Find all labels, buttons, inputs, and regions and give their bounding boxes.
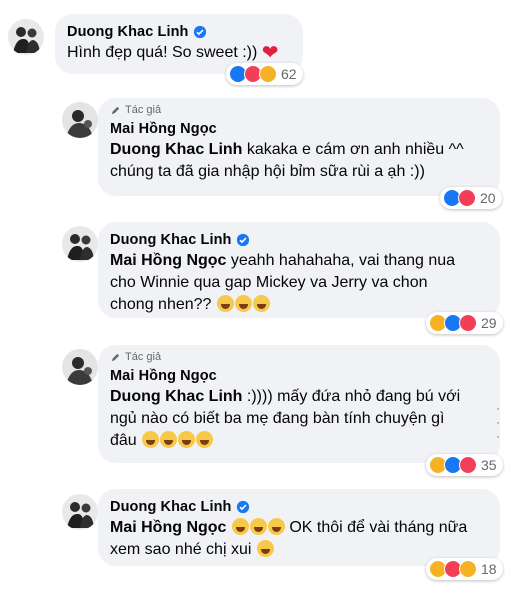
laughing-emoji-icon: [234, 295, 252, 312]
verified-badge-icon: [236, 500, 249, 514]
comment-bubble: Duong Khac Linh Mai Hồng Ngọc OK thôi để…: [98, 489, 500, 566]
laughing-emoji-icon: [216, 295, 234, 312]
reaction-summary[interactable]: 62: [226, 63, 303, 85]
red-heart-emoji-icon: ❤: [261, 42, 279, 64]
avatar[interactable]: [62, 102, 98, 138]
comment-text: Mai Hồng Ngọc OK thôi để vài tháng nữa xe…: [110, 518, 468, 558]
mention-tag[interactable]: Mai Hồng Ngọc: [110, 519, 226, 536]
comment-text: Hình đẹp quá! So sweet :)) ❤: [67, 42, 279, 64]
reaction-count: 29: [481, 315, 497, 331]
comment-author[interactable]: Duong Khac Linh: [110, 499, 232, 515]
laughing-emoji-icon: [249, 518, 267, 535]
avatar[interactable]: [8, 19, 44, 55]
reaction-summary[interactable]: 35: [426, 454, 503, 476]
comment-author[interactable]: Duong Khac Linh: [110, 232, 232, 248]
comment-author[interactable]: Duong Khac Linh: [67, 24, 189, 40]
reaction-summary[interactable]: 29: [426, 312, 503, 334]
author-badge: Tác giả: [110, 103, 488, 117]
reaction-count: 18: [481, 561, 497, 577]
comment-text: Duong Khac Linh kakaka e cám ơn anh nhiề…: [110, 141, 464, 180]
verified-badge-icon: [193, 25, 206, 39]
laughing-emoji-icon: [252, 295, 270, 312]
rofl-emoji-icon: [196, 431, 214, 448]
rofl-emoji-icon: [142, 431, 160, 448]
author-badge: Tác giả: [110, 350, 488, 364]
rofl-emoji-icon: [178, 431, 196, 448]
reaction-summary[interactable]: 20: [440, 187, 502, 209]
reaction-count: 20: [480, 190, 496, 206]
laughing-emoji-icon: [231, 518, 249, 535]
more-options-icon[interactable]: · · ·: [496, 401, 500, 443]
haha-reaction-icon: [259, 65, 277, 83]
avatar[interactable]: [62, 349, 98, 385]
comment-text: Duong Khac Linh :)))) mấy đứa nhỏ đang b…: [110, 388, 461, 449]
reaction-summary[interactable]: 18: [426, 558, 503, 580]
verified-badge-icon: [236, 233, 249, 247]
love-reaction-icon: [459, 456, 477, 474]
wow-reaction-icon: [459, 560, 477, 578]
mention-tag[interactable]: Duong Khac Linh: [110, 388, 242, 405]
love-reaction-icon: [459, 314, 477, 332]
grinning-emoji-icon: [256, 540, 274, 557]
comment-bubble: Tác giả Mai Hồng Ngọc Duong Khac Linh :)…: [98, 345, 500, 463]
reaction-count: 62: [281, 66, 297, 82]
pen-icon: [111, 353, 120, 361]
comment-author[interactable]: Mai Hồng Ngọc: [110, 368, 217, 384]
avatar[interactable]: [62, 494, 98, 530]
comment-author[interactable]: Mai Hồng Ngọc: [110, 121, 217, 137]
reaction-count: 35: [481, 457, 497, 473]
mention-tag[interactable]: Mai Hồng Ngọc: [110, 252, 226, 269]
comment-text: Mai Hồng Ngọc yeahh hahahaha, vai thang …: [110, 252, 456, 313]
laughing-emoji-icon: [267, 518, 285, 535]
comment-bubble: Tác giả Mai Hồng Ngọc Duong Khac Linh ka…: [98, 98, 500, 196]
pen-icon: [111, 106, 120, 114]
love-reaction-icon: [458, 189, 476, 207]
mention-tag[interactable]: Duong Khac Linh: [110, 141, 242, 158]
rofl-emoji-icon: [160, 431, 178, 448]
comment-bubble: Duong Khac Linh Mai Hồng Ngọc yeahh haha…: [98, 222, 500, 318]
avatar[interactable]: [62, 226, 98, 262]
